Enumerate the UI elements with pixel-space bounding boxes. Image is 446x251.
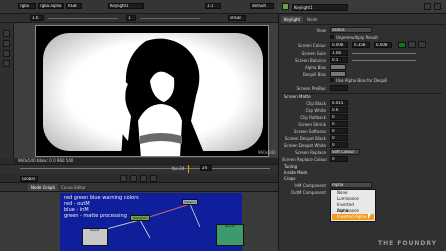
screen-shrink-field[interactable]: 0 xyxy=(330,121,348,127)
frame-field[interactable]: 24 xyxy=(200,165,212,171)
alpha-layer-select[interactable]: rgba.alpha xyxy=(38,3,64,9)
clip-white-field[interactable]: 0.6 xyxy=(330,107,348,113)
node-keylight[interactable]: Keylight1 xyxy=(130,215,150,221)
clip-black-field[interactable]: 0.015 xyxy=(330,100,348,106)
clip-rollback-label: Clip Rollback xyxy=(300,115,326,120)
roi-tool-icon[interactable] xyxy=(3,60,10,67)
despill-bias-swatch[interactable] xyxy=(330,71,346,77)
proxy-select[interactable]: sRGB xyxy=(228,15,246,21)
section-inside-mask[interactable]: Inside Mask xyxy=(284,170,307,175)
screen-colour-r[interactable]: 0.008 xyxy=(330,42,348,48)
colorspace-select[interactable]: RGB xyxy=(66,3,82,9)
screen-replace-label: Screen Replace xyxy=(295,150,326,155)
tab-curve-editor[interactable]: Curve Editor xyxy=(58,184,89,191)
screen-preblur-label: Screen PreBlur xyxy=(296,86,326,91)
image-frame xyxy=(35,25,269,157)
playhead[interactable] xyxy=(188,165,189,173)
despot-white-label: Screen Despot White xyxy=(283,143,326,148)
matte-image xyxy=(36,26,268,156)
fps-label: fps 24 xyxy=(172,166,185,171)
node-read-1[interactable]: Read1 xyxy=(82,228,108,246)
crop-tool-icon[interactable] xyxy=(3,40,10,47)
pointer-tool-icon[interactable] xyxy=(3,30,10,37)
unpremultiply-label: Unpremultiply Result xyxy=(336,35,378,40)
node-name-field[interactable]: Keylight1 xyxy=(292,4,348,11)
format-label: 960x540 xyxy=(258,150,276,155)
zoom-select[interactable]: 1:1 xyxy=(205,3,221,9)
play-forward-icon[interactable] xyxy=(150,175,157,182)
paint-tool-icon[interactable] xyxy=(3,50,10,57)
inm-component-select[interactable]: Alpha xyxy=(330,182,372,188)
view-select[interactable]: Status xyxy=(330,27,372,33)
colour-wheel-icon[interactable] xyxy=(418,41,426,48)
inm-component-label: InM Component xyxy=(294,183,326,188)
screen-replace-colour-label: Screen Replace Colour xyxy=(282,157,328,162)
screen-replace-select[interactable]: Soft Colour xyxy=(330,149,360,155)
screen-colour-b[interactable]: 0.008 xyxy=(374,42,392,48)
node-icon xyxy=(282,3,289,10)
alpha-bias-label: Alpha Bias xyxy=(304,65,326,70)
screen-colour-label: Screen Colour xyxy=(297,43,326,48)
screen-balance-field[interactable]: 0.5 xyxy=(330,57,348,63)
section-tuning[interactable]: Tuning xyxy=(284,164,297,169)
screen-colour-swatch[interactable] xyxy=(398,42,406,48)
node-read-2[interactable]: Read2 xyxy=(216,224,244,246)
layer-select[interactable]: rgba xyxy=(18,3,36,9)
despot-white-field[interactable]: 0 xyxy=(330,142,348,148)
float-panel-icon[interactable] xyxy=(424,3,431,10)
screen-matte-section-toggle[interactable]: Screen Matte xyxy=(284,94,311,99)
screen-gain-field[interactable]: 1.08 xyxy=(330,50,348,56)
clip-black-label: Clip Black xyxy=(306,101,326,106)
despot-black-field[interactable]: 0 xyxy=(330,135,348,141)
outm-component-label: OutM Component xyxy=(290,190,326,195)
despot-black-label: Screen Despot Black xyxy=(284,136,326,141)
next-frame-icon[interactable] xyxy=(140,175,147,182)
screen-replace-colour-field[interactable]: 0 xyxy=(330,156,348,162)
despill-bias-label: Despill Bias xyxy=(302,72,326,77)
colour-picker-icon[interactable] xyxy=(408,41,416,48)
tabs-divider xyxy=(278,24,446,25)
clip-white-label: Clip White xyxy=(305,108,326,113)
node-viewer[interactable]: Viewer1 xyxy=(182,199,198,205)
playback-controls xyxy=(0,174,278,183)
view-label: View xyxy=(316,28,327,33)
gamma-slider[interactable] xyxy=(140,18,200,19)
tab-keylight[interactable]: Keylight xyxy=(281,16,304,23)
screen-balance-label: Screen Balance xyxy=(295,58,326,63)
screen-shrink-label: Screen Shrink xyxy=(298,122,326,127)
screen-preblur-field[interactable] xyxy=(330,85,348,91)
input-a-select[interactable]: Keylight1 xyxy=(108,3,144,9)
range-mode-select[interactable]: Global xyxy=(20,176,38,182)
screen-colour-g[interactable]: 0.358 xyxy=(352,42,370,48)
section-crops[interactable]: Crops xyxy=(284,176,295,181)
screen-gain-label: Screen Gain xyxy=(301,51,326,56)
use-alpha-despill-checkbox[interactable] xyxy=(330,78,334,82)
clip-rollback-field[interactable]: 0 xyxy=(330,114,348,120)
timeline[interactable] xyxy=(0,164,278,174)
screen-softness-label: Screen Softness xyxy=(293,129,326,134)
lut-select[interactable]: default xyxy=(250,3,274,9)
use-alpha-despill-label: Use Alpha Bias for Despill xyxy=(336,78,388,83)
tab-node-graph[interactable]: Node Graph xyxy=(28,184,58,191)
screen-gain-slider[interactable] xyxy=(352,53,416,54)
close-panel-icon[interactable] xyxy=(434,3,441,10)
screen-balance-slider[interactable] xyxy=(352,60,416,61)
play-back-icon[interactable] xyxy=(120,175,127,182)
prev-frame-icon[interactable] xyxy=(130,175,137,182)
gain-field[interactable]: 1.0 xyxy=(30,15,44,21)
gain-slider[interactable] xyxy=(48,18,118,19)
gamma-field[interactable]: 1 xyxy=(126,15,136,21)
timeline-scale[interactable] xyxy=(20,168,270,169)
mouse-cursor-icon xyxy=(368,214,371,219)
screen-softness-field[interactable]: 0 xyxy=(330,128,348,134)
unpremultiply-checkbox[interactable] xyxy=(330,35,334,39)
alpha-bias-swatch[interactable] xyxy=(330,64,346,70)
tab-node[interactable]: Node xyxy=(304,16,320,23)
foundry-watermark: THE FOUNDRY xyxy=(378,240,438,247)
